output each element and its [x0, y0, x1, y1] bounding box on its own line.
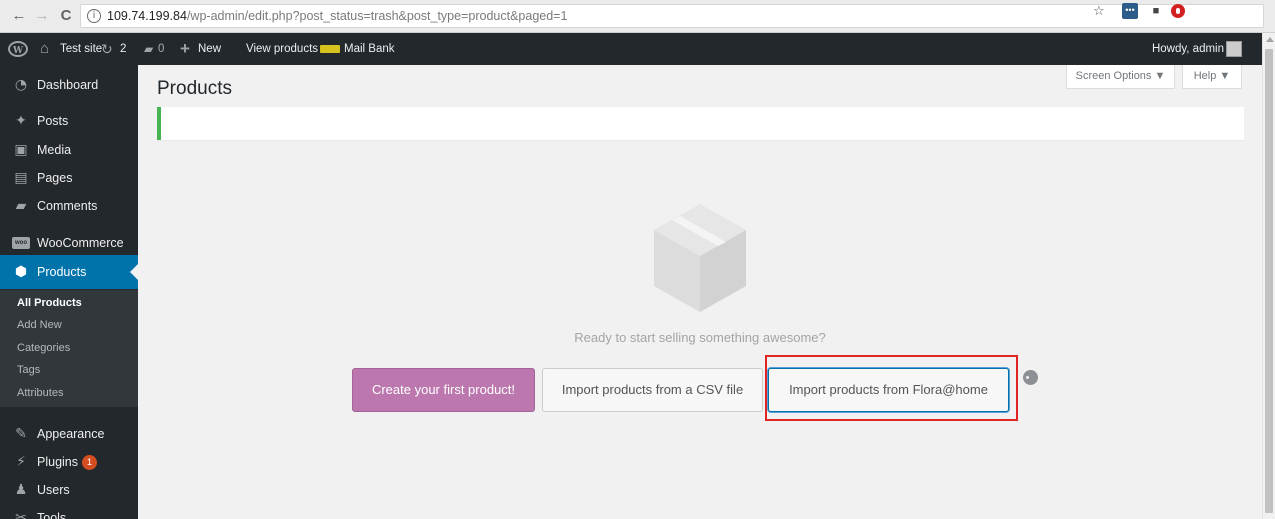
reload-icon[interactable]: C — [57, 7, 75, 25]
pages-icon: ▤ — [14, 170, 28, 186]
create-first-product-button[interactable]: Create your first product! — [352, 368, 535, 412]
adminbar-new[interactable]: New — [198, 33, 221, 65]
wp-admin-bar: W ⌂ Test site ↻ 2 ▰ 0 + New View product… — [0, 33, 1262, 65]
submenu-all-products[interactable]: All Products — [17, 297, 82, 309]
home-icon[interactable]: ⌂ — [40, 33, 49, 65]
import-csv-button[interactable]: Import products from a CSV file — [542, 368, 763, 412]
site-info-icon[interactable]: i — [87, 9, 101, 23]
help-button[interactable]: Help ▼ — [1182, 65, 1242, 89]
empty-state-message: Ready to start selling something awesome… — [574, 330, 826, 345]
empty-box-icon — [654, 204, 746, 312]
plug-icon: ⚡ — [16, 454, 26, 470]
media-icon: ▣ — [14, 142, 28, 158]
comment-bubble-icon[interactable]: ▰ — [144, 33, 153, 65]
adminbar-howdy[interactable]: Howdy, admin — [1152, 33, 1224, 65]
sidebar-item-label: Pages — [37, 171, 73, 185]
plus-icon[interactable]: + — [180, 33, 190, 65]
sidebar-item-comments[interactable]: ▰ Comments — [0, 189, 138, 223]
admin-notice — [157, 107, 1244, 140]
wordpress-logo-icon[interactable]: W — [8, 41, 28, 57]
adminbar-mail-bank[interactable]: Mail Bank — [344, 33, 395, 65]
page-title: Products — [157, 78, 232, 99]
forward-arrow-icon[interactable]: → — [33, 7, 51, 25]
page-scrollbar[interactable] — [1262, 33, 1275, 519]
paintbrush-icon: ✎ — [15, 426, 27, 442]
comments-count[interactable]: 0 — [158, 33, 164, 65]
updates-icon[interactable]: ↻ — [101, 33, 113, 65]
sidebar-item-label: Comments — [37, 199, 98, 213]
adminbar-view-products[interactable]: View products — [246, 33, 318, 65]
camera-extension-icon[interactable]: ■ — [1149, 3, 1163, 19]
bookmark-star-icon[interactable]: ☆ — [1093, 3, 1105, 19]
spinner-icon — [1023, 370, 1038, 385]
sidebar-item-label: Dashboard — [37, 78, 99, 92]
sidebar-item-label: Tools — [37, 511, 67, 519]
admin-sidebar: ◔ Dashboard ✦ Posts ▣ Media ▤ Pages ▰ Co… — [0, 65, 138, 519]
products-box-icon: ⬢ — [14, 264, 28, 280]
submenu-attributes[interactable]: Attributes — [17, 387, 63, 399]
sidebar-item-dashboard[interactable]: ◔ Dashboard — [0, 68, 138, 102]
sidebar-item-label: Appearance — [37, 427, 105, 441]
url-path: /wp-admin/edit.php?post_status=trash&pos… — [186, 9, 568, 23]
sidebar-item-label: Plugins 1 — [37, 455, 97, 470]
active-menu-arrow — [130, 264, 138, 280]
sidebar-item-tools[interactable]: ✂ Tools — [0, 501, 138, 519]
products-submenu: All Products Add New Categories Tags Att… — [0, 290, 138, 407]
dashboard-gauge-icon: ◔ — [14, 77, 28, 93]
url-text[interactable]: 109.74.199.84/wp-admin/edit.php?post_sta… — [107, 9, 567, 23]
highlight-box — [765, 355, 1018, 421]
back-arrow-icon[interactable]: ← — [10, 7, 28, 25]
pushpin-icon: ✦ — [15, 113, 27, 129]
adminbar-site-name[interactable]: Test site — [60, 33, 102, 65]
sidebar-item-label: Media — [37, 143, 72, 157]
url-host: 109.74.199.84 — [107, 9, 187, 23]
sidebar-item-label: Users — [37, 483, 70, 497]
sidebar-item-products[interactable]: ⬢ Products — [0, 255, 138, 289]
record-extension-icon[interactable] — [1171, 4, 1185, 18]
plugins-update-badge: 1 — [82, 455, 97, 470]
avatar[interactable] — [1226, 41, 1242, 57]
mail-bank-icon[interactable] — [320, 45, 340, 53]
scroll-thumb[interactable] — [1265, 49, 1273, 513]
wrench-icon: ✂ — [15, 510, 27, 519]
scroll-up-arrow-icon[interactable] — [1266, 37, 1274, 42]
sidebar-item-label: WooCommerce — [37, 236, 124, 250]
extension-dots-icon[interactable]: ••• — [1122, 3, 1138, 19]
users-icon: ♟ — [14, 482, 28, 498]
plugins-label: Plugins — [37, 455, 78, 469]
comment-bubble-icon: ▰ — [15, 198, 27, 214]
woocommerce-icon: woo — [12, 237, 30, 249]
sidebar-item-label: Posts — [37, 114, 69, 128]
sidebar-item-label: Products — [37, 265, 87, 279]
screen-options-button[interactable]: Screen Options ▼ — [1066, 65, 1175, 89]
submenu-tags[interactable]: Tags — [17, 364, 40, 376]
browser-toolbar: ← → C i 109.74.199.84/wp-admin/edit.php?… — [0, 0, 1275, 33]
address-bar[interactable]: i 109.74.199.84/wp-admin/edit.php?post_s… — [80, 4, 1264, 28]
updates-count[interactable]: 2 — [120, 33, 126, 65]
